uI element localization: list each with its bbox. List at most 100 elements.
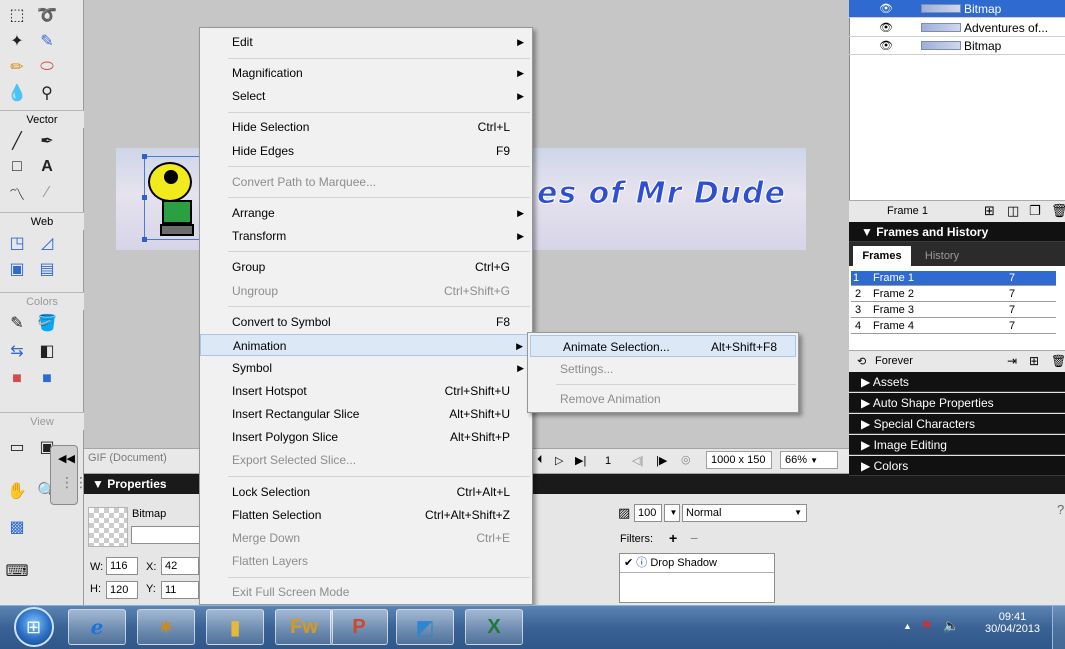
distribute-frames-icon[interactable]: ⇥ [1007, 354, 1017, 368]
play-icon[interactable]: ▷ [555, 454, 563, 467]
color-swatch-icon[interactable]: ■ [6, 368, 28, 390]
menu-item-group[interactable]: Group Ctrl+G [200, 256, 532, 278]
info-icon[interactable]: ⓘ [636, 557, 647, 569]
add-filter-icon[interactable]: + [669, 530, 677, 546]
lasso-tool-icon[interactable]: ➰ [36, 4, 58, 26]
auto-shape-properties-header[interactable]: ▶ Auto Shape Properties [849, 393, 1065, 413]
loop-icon[interactable]: ⟲ [857, 355, 866, 368]
slice-tool-icon[interactable]: ◿ [36, 232, 58, 254]
frames-history-header[interactable]: ▼ Frames and History [849, 222, 1065, 242]
show-desktop-button[interactable] [1052, 606, 1065, 649]
show-hidden-icons-icon[interactable]: ▲ [903, 621, 912, 631]
trash-icon[interactable]: 🗑 [1051, 354, 1065, 368]
panel-collapse-handle[interactable]: ◀◀ ⋮⋮ [50, 445, 88, 505]
zoom-dropdown[interactable]: 66% ▼ [780, 451, 838, 469]
hand-tool-icon[interactable]: ✋ [6, 480, 28, 502]
menu-item-convert-to-symbol[interactable]: Convert to Symbol F8 [200, 311, 532, 333]
prev-frame-icon[interactable]: ◁| [632, 454, 643, 467]
menu-item-hide-edges[interactable]: Hide Edges F9 [200, 140, 532, 162]
duplicate-layer-icon[interactable]: ❐ [1029, 203, 1041, 219]
menu-item-select[interactable]: Select ▶ [200, 85, 532, 107]
network-status-icon[interactable]: ⚑ [921, 618, 933, 634]
blur-tool-icon[interactable]: 💧 [6, 82, 28, 104]
canvas-size-field[interactable]: 1000 x 150 [706, 451, 772, 469]
x-input[interactable]: 42 [161, 557, 199, 575]
eraser-tool-icon[interactable]: ⬭ [36, 56, 58, 78]
remove-filter-icon[interactable]: − [690, 530, 698, 546]
layer-row[interactable]: 👁 Bitmap [849, 0, 1065, 18]
resize-handle[interactable] [142, 154, 147, 159]
taskbar-app-tool[interactable]: ✷ [137, 609, 195, 645]
resize-handle[interactable] [142, 195, 147, 200]
menu-item-flatten-selection[interactable]: Flatten Selection Ctrl+Alt+Shift+Z [200, 504, 532, 526]
menu-item-transform[interactable]: Transform ▶ [200, 225, 532, 247]
fill-color-icon[interactable]: 🪣 [36, 312, 58, 334]
next-frame-icon[interactable]: |▶ [656, 454, 667, 467]
menu-item-insert-rectangular-slice[interactable]: Insert Rectangular Slice Alt+Shift+U [200, 403, 532, 425]
menu-item-insert-hotspot[interactable]: Insert Hotspot Ctrl+Shift+U [200, 380, 532, 402]
show-slices-icon[interactable]: ▤ [36, 258, 58, 280]
image-editing-header[interactable]: ▶ Image Editing [849, 435, 1065, 455]
menu-item-magnification[interactable]: Magnification ▶ [200, 62, 532, 84]
swap-colors-icon[interactable]: ⇆ [6, 340, 28, 362]
add-mask-icon[interactable]: ◫ [1007, 203, 1019, 219]
tool-option-icon[interactable]: ▩ [6, 516, 28, 538]
filter-row[interactable]: ✔ ⓘ Drop Shadow [620, 554, 774, 573]
taskbar-app-fireworks[interactable]: Fw [275, 609, 333, 645]
freeform-tool-icon[interactable]: 〽 [6, 182, 28, 204]
frame-row[interactable]: 3 Frame 3 7 [851, 303, 1056, 318]
height-input[interactable]: 120 [106, 581, 138, 599]
menu-item-lock-selection[interactable]: Lock Selection Ctrl+Alt+L [200, 481, 532, 503]
line-tool-icon[interactable]: ╱ [6, 130, 28, 152]
menu-item-animation[interactable]: Animation ▶ [200, 334, 532, 356]
menu-item-edit[interactable]: Edit ▶ [200, 31, 532, 53]
colors-panel-header[interactable]: ▶ Colors [849, 456, 1065, 476]
selection-bounds[interactable] [142, 154, 200, 242]
volume-icon[interactable]: 🔈 [943, 618, 959, 634]
pencil-tool-icon[interactable]: ✏ [6, 56, 28, 78]
knife-tool-icon[interactable]: ∕ [36, 182, 58, 204]
hide-slices-icon[interactable]: ▣ [6, 258, 28, 280]
marquee-tool-icon[interactable]: ⬚ [6, 4, 28, 26]
standard-screen-icon[interactable]: ▭ [6, 436, 28, 458]
frame-row[interactable]: 1 Frame 1 7 [851, 271, 1056, 286]
resize-handle[interactable] [142, 237, 147, 242]
eye-icon[interactable]: 👁 [879, 2, 893, 15]
special-characters-header[interactable]: ▶ Special Characters [849, 414, 1065, 434]
brush-tool-icon[interactable]: ✎ [36, 30, 58, 52]
menu-item-symbol[interactable]: Symbol ▶ [200, 357, 532, 379]
hotspot-tool-icon[interactable]: ◳ [6, 232, 28, 254]
taskbar-app-paint[interactable]: ◩ [396, 609, 454, 645]
eye-icon[interactable]: 👁 [879, 21, 893, 34]
opacity-input[interactable]: 100 [634, 504, 662, 522]
color-swatch-blue-icon[interactable]: ■ [36, 368, 58, 390]
blend-mode-select[interactable]: Normal ▼ [682, 504, 807, 522]
tab-history[interactable]: History [917, 246, 967, 266]
menu-item-hide-selection[interactable]: Hide Selection Ctrl+L [200, 116, 532, 138]
rubber-stamp-tool-icon[interactable]: ⚲ [36, 82, 58, 104]
menu-item-animate-selection[interactable]: Animate Selection... Alt+Shift+F8 [530, 335, 796, 357]
menu-item-insert-polygon-slice[interactable]: Insert Polygon Slice Alt+Shift+P [200, 426, 532, 448]
loop-label[interactable]: Forever [875, 355, 913, 367]
magic-wand-tool-icon[interactable]: ✦ [6, 30, 28, 52]
tab-frames[interactable]: Frames [853, 246, 911, 266]
taskbar-app-internet-explorer[interactable]: ℯ [68, 609, 126, 645]
rectangle-tool-icon[interactable]: □ [6, 156, 28, 178]
text-tool-icon[interactable]: A [36, 156, 58, 178]
keyboard-icon[interactable]: ⌨ [5, 560, 28, 582]
help-icon[interactable]: ? [1057, 502, 1064, 517]
default-colors-icon[interactable]: ◧ [36, 340, 58, 362]
object-name-input[interactable] [131, 526, 201, 544]
frame-row[interactable]: Frame 2 2 7 [851, 287, 1056, 302]
stroke-color-icon[interactable]: ✎ [6, 312, 28, 334]
checkmark-icon[interactable]: ✔ [624, 557, 633, 569]
taskbar-app-file-explorer[interactable]: ▮ [206, 609, 264, 645]
new-frame-icon[interactable]: ⊞ [1029, 354, 1039, 368]
tray-clock[interactable]: 09:41 30/04/2013 [985, 611, 1040, 635]
menu-item-arrange[interactable]: Arrange ▶ [200, 202, 532, 224]
trash-icon[interactable]: 🗑 [1051, 203, 1065, 219]
layer-row[interactable]: 👁 Bitmap [849, 37, 1065, 55]
y-input[interactable]: 11 [161, 581, 199, 599]
new-layer-icon[interactable]: ⊞ [984, 203, 995, 219]
taskbar-app-powerpoint[interactable]: P [330, 609, 388, 645]
